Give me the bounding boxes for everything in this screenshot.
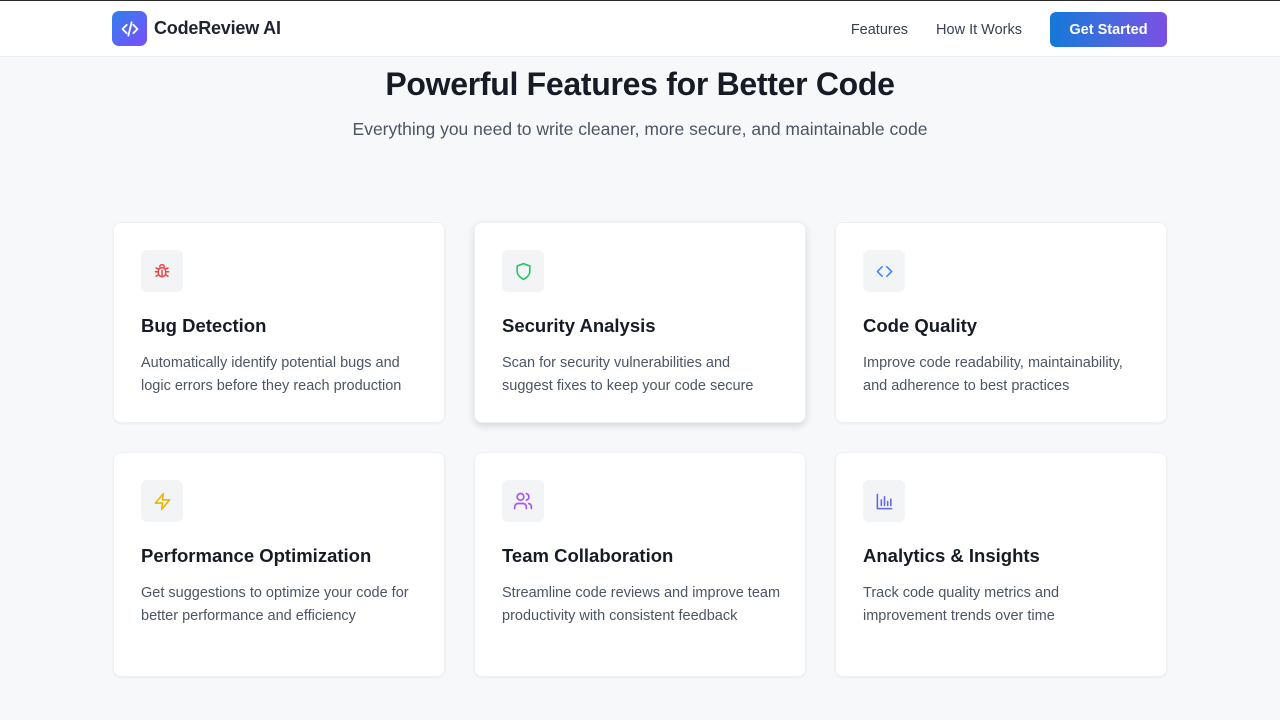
top-navbar: CodeReview AI Features How It Works Get … bbox=[0, 0, 1280, 57]
bar-chart-icon bbox=[863, 480, 905, 522]
feature-title: Analytics & Insights bbox=[863, 545, 1040, 566]
feature-description: Streamline code reviews and improve team… bbox=[502, 585, 781, 624]
features-grid: Bug Detection Automatically identify pot… bbox=[113, 222, 1167, 677]
users-icon bbox=[502, 480, 544, 522]
feature-title: Bug Detection bbox=[141, 315, 267, 336]
feature-card-performance-optimization: Performance Optimization Get suggestions… bbox=[113, 452, 445, 677]
feature-description: Scan for security vulnerabilities and su… bbox=[502, 355, 754, 394]
feature-card-analytics-insights: Analytics & Insights Track code quality … bbox=[835, 452, 1167, 677]
feature-description: Track code quality metrics and improveme… bbox=[863, 585, 1060, 624]
feature-card-security-analysis: Security Analysis Scan for security vuln… bbox=[474, 222, 806, 423]
code-icon bbox=[863, 250, 905, 292]
feature-card-team-collaboration: Team Collaboration Streamline code revie… bbox=[474, 452, 806, 677]
feature-card-bug-detection: Bug Detection Automatically identify pot… bbox=[113, 222, 445, 423]
brand-name: CodeReview AI bbox=[154, 18, 281, 38]
nav-link-how-it-works[interactable]: How It Works bbox=[936, 22, 1022, 38]
zap-icon bbox=[141, 480, 183, 522]
brand[interactable]: CodeReview AI bbox=[112, 11, 281, 46]
section-subtitle: Everything you need to write cleaner, mo… bbox=[352, 119, 928, 139]
nav-links: Features How It Works Get Started bbox=[851, 12, 1167, 47]
feature-title: Security Analysis bbox=[502, 315, 656, 336]
feature-description: Improve code readability, maintainabilit… bbox=[863, 355, 1123, 394]
get-started-button[interactable]: Get Started bbox=[1050, 12, 1167, 47]
feature-description: Get suggestions to optimize your code fo… bbox=[141, 585, 409, 624]
feature-title: Performance Optimization bbox=[141, 545, 372, 566]
feature-title: Team Collaboration bbox=[502, 545, 674, 566]
feature-title: Code Quality bbox=[863, 315, 978, 336]
code-icon bbox=[112, 11, 147, 46]
nav-link-features[interactable]: Features bbox=[851, 22, 908, 38]
section-title: Powerful Features for Better Code bbox=[385, 66, 895, 102]
feature-description: Automatically identify potential bugs an… bbox=[141, 355, 402, 394]
shield-icon bbox=[502, 250, 544, 292]
bug-icon bbox=[141, 250, 183, 292]
feature-card-code-quality: Code Quality Improve code readability, m… bbox=[835, 222, 1167, 423]
